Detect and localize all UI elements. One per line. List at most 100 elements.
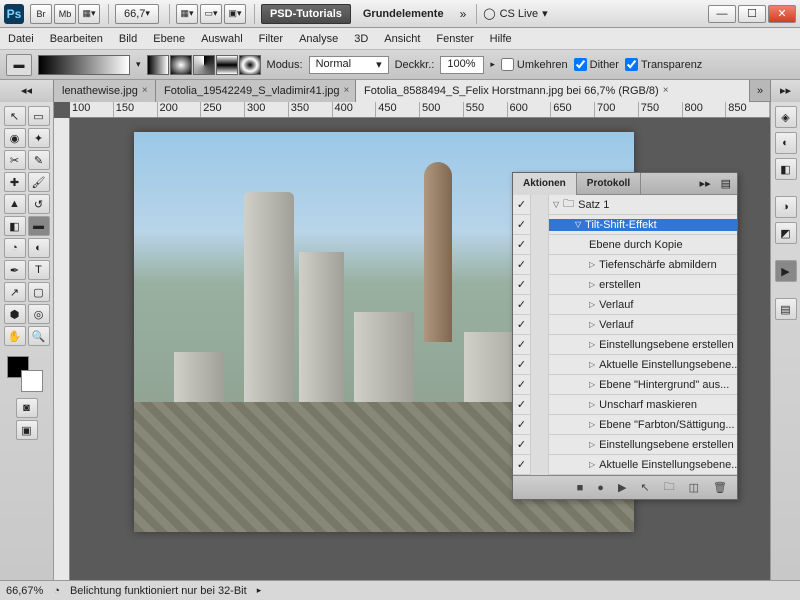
bridge-button[interactable]: Br (30, 4, 52, 24)
new-action-icon[interactable]: ◫ (689, 481, 699, 494)
history-dock-icon[interactable]: ▤ (775, 298, 797, 320)
type-tool-icon[interactable]: T (28, 260, 50, 280)
background-color[interactable] (21, 370, 43, 392)
dither-checkbox[interactable]: Dither (574, 58, 619, 71)
close-tab-icon[interactable]: × (142, 85, 148, 96)
action-row[interactable]: ✓▷ Tiefenschärfe abmildern (513, 255, 737, 275)
transparency-checkbox[interactable]: Transparenz (625, 58, 702, 71)
action-row[interactable]: ✓Ebene durch Kopie (513, 235, 737, 255)
action-row[interactable]: ✓▷ Aktuelle Einstellungsebene... (513, 355, 737, 375)
menu-fenster[interactable]: Fenster (436, 33, 473, 45)
stop-icon[interactable]: ■ (577, 482, 584, 494)
workspace-label[interactable]: Grundelemente (355, 4, 452, 24)
menu-bild[interactable]: Bild (119, 33, 137, 45)
action-set-row[interactable]: ✓▽ 🗀 Satz 1 (513, 195, 737, 215)
marquee-tool-icon[interactable]: ▭ (28, 106, 50, 126)
gradient-angle-icon[interactable] (193, 55, 215, 75)
paths-dock-icon[interactable]: ◧ (775, 158, 797, 180)
play-icon[interactable]: ▶ (618, 481, 626, 494)
screen-mode-button[interactable]: ▣▾ (224, 4, 246, 24)
gradient-tool-icon[interactable]: ▬ (6, 54, 32, 76)
action-row[interactable]: ✓▷ Aktuelle Einstellungsebene... (513, 455, 737, 475)
wand-tool-icon[interactable]: ✦ (28, 128, 50, 148)
history-brush-tool-icon[interactable]: ↺ (28, 194, 50, 214)
arrange-button[interactable]: ▭▾ (200, 4, 222, 24)
action-row[interactable]: ✓▷ Ebene "Farbton/Sättigung... (513, 415, 737, 435)
maximize-button[interactable]: ☐ (738, 5, 766, 23)
menu-3d[interactable]: 3D (354, 33, 368, 45)
gradient-linear-icon[interactable] (147, 55, 169, 75)
zoom-tool-icon[interactable]: 🔍 (28, 326, 50, 346)
tab-overflow-icon[interactable]: » (750, 85, 770, 97)
close-tab-icon[interactable]: × (344, 85, 350, 96)
quickmask-icon[interactable]: ◙ (16, 398, 38, 418)
3d-tool-icon[interactable]: ⬢ (4, 304, 26, 324)
menu-ansicht[interactable]: Ansicht (384, 33, 420, 45)
record-icon[interactable]: ● (597, 482, 604, 494)
action-row[interactable]: ✓▷ Ebene "Hintergrund" aus... (513, 375, 737, 395)
screenmode-icon[interactable]: ▣ (16, 420, 38, 440)
eraser-tool-icon[interactable]: ◧ (4, 216, 26, 236)
gradient-picker[interactable] (38, 55, 130, 75)
menu-bearbeiten[interactable]: Bearbeiten (50, 33, 103, 45)
gradient-radial-icon[interactable] (170, 55, 192, 75)
color-swatches[interactable] (7, 356, 47, 392)
action-row[interactable]: ✓▷ Verlauf (513, 295, 737, 315)
action-row[interactable]: ✓▷ Unscharf maskieren (513, 395, 737, 415)
protocol-tab[interactable]: Protokoll (577, 173, 641, 195)
actions-tab[interactable]: Aktionen (513, 173, 577, 195)
brush-tool-icon[interactable]: 🖌 (28, 172, 50, 192)
document-tab-active[interactable]: Fotolia_8588494_S_Felix Horstmann.jpg be… (356, 80, 750, 102)
minibridge-button[interactable]: Mb (54, 4, 76, 24)
view-extras-button[interactable]: ▦▾ (176, 4, 198, 24)
eyedropper-tool-icon[interactable]: ✎ (28, 150, 50, 170)
document-tab[interactable]: Fotolia_19542249_S_vladimir41.jpg× (156, 80, 356, 102)
dock-collapse-icon[interactable]: ▸▸ (770, 80, 800, 102)
shape-tool-icon[interactable]: ▢ (28, 282, 50, 302)
action-row[interactable]: ✓▷ Einstellungsebene erstellen (513, 435, 737, 455)
action-row[interactable]: ✓▷ Verlauf (513, 315, 737, 335)
actions-dock-icon[interactable]: ▶ (775, 260, 797, 282)
menu-ebene[interactable]: Ebene (153, 33, 185, 45)
action-row[interactable]: ✓▽ Tilt-Shift-Effekt (513, 215, 737, 235)
blur-tool-icon[interactable]: ◔ (4, 238, 26, 258)
menu-datei[interactable]: Datei (8, 33, 34, 45)
close-tab-icon[interactable]: × (663, 85, 669, 96)
menu-analyse[interactable]: Analyse (299, 33, 338, 45)
lasso-tool-icon[interactable]: ◉ (4, 128, 26, 148)
gradient-tool-icon[interactable]: ▬ (28, 216, 50, 236)
mode-select[interactable]: Normal ▾ (309, 56, 389, 74)
layers-dock-icon[interactable]: ◈ (775, 106, 797, 128)
new-set-icon[interactable]: 🗀 (664, 478, 675, 497)
status-info-icon[interactable]: ◔ (53, 585, 60, 597)
crop-tool-icon[interactable]: ✂ (4, 150, 26, 170)
delete-icon[interactable]: 🗑 (713, 481, 727, 494)
dodge-tool-icon[interactable]: ◐ (28, 238, 50, 258)
status-zoom[interactable]: 66,67% (6, 585, 43, 597)
panel-menu-icon[interactable]: ▤ (715, 177, 737, 190)
hand-tool-icon[interactable]: ✋ (4, 326, 26, 346)
gradient-reflected-icon[interactable] (216, 55, 238, 75)
gradient-diamond-icon[interactable] (239, 55, 261, 75)
menu-auswahl[interactable]: Auswahl (201, 33, 243, 45)
minimize-button[interactable]: — (708, 5, 736, 23)
pen-tool-icon[interactable]: ✒ (4, 260, 26, 280)
heal-tool-icon[interactable]: ✚ (4, 172, 26, 192)
opacity-field[interactable]: 100% (440, 56, 484, 74)
action-row[interactable]: ✓▷ erstellen (513, 275, 737, 295)
styles-dock-icon[interactable]: ◩ (775, 222, 797, 244)
psd-tutorials-button[interactable]: PSD-Tutorials (261, 4, 351, 24)
document-tab[interactable]: lenathewise.jpg× (54, 80, 156, 102)
zoom-dropdown[interactable]: 66,7 ▾ (115, 4, 159, 24)
camera-tool-icon[interactable]: ◎ (28, 304, 50, 324)
adjustments-dock-icon[interactable]: ◑ (775, 196, 797, 218)
stamp-tool-icon[interactable]: ▲ (4, 194, 26, 214)
layout-button[interactable]: ▦▾ (78, 4, 100, 24)
menu-filter[interactable]: Filter (259, 33, 283, 45)
channels-dock-icon[interactable]: ◐ (775, 132, 797, 154)
action-row[interactable]: ✓▷ Einstellungsebene erstellen (513, 335, 737, 355)
menu-hilfe[interactable]: Hilfe (490, 33, 512, 45)
toolbox-collapse-icon[interactable]: ◂◂ (0, 80, 54, 102)
panel-collapse-icon[interactable]: ▸▸ (696, 177, 715, 190)
path-tool-icon[interactable]: ↗ (4, 282, 26, 302)
